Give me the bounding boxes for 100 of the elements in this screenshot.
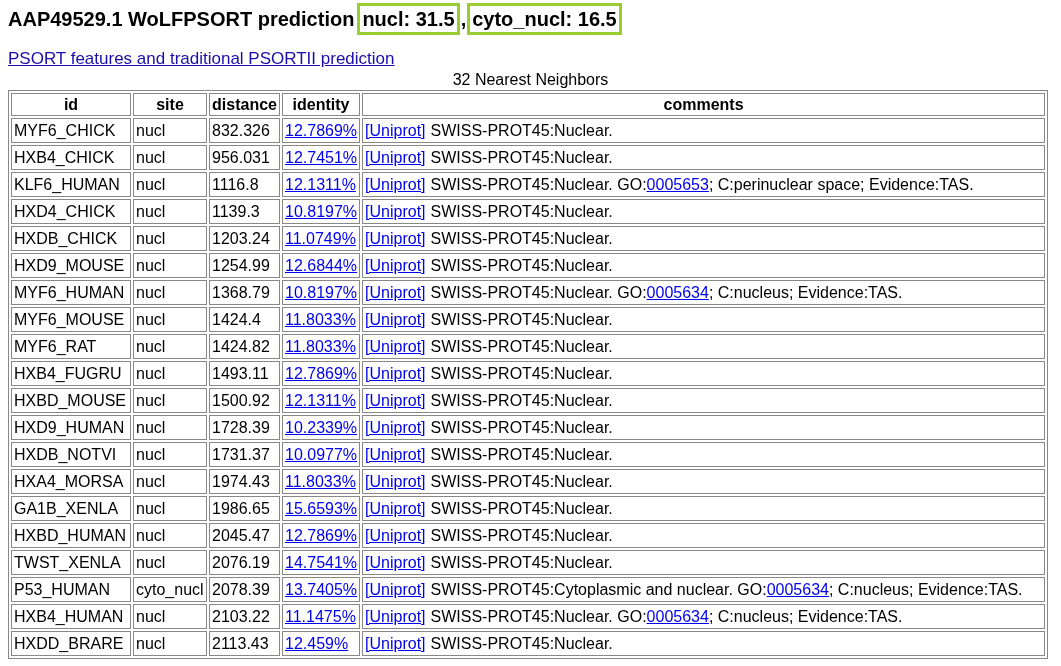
table-cell: 2078.39 bbox=[209, 577, 280, 602]
table-cell: nucl bbox=[133, 145, 207, 170]
table-cell: P53_HUMAN bbox=[11, 577, 131, 602]
uniprot-link[interactable]: [Uniprot] bbox=[365, 608, 426, 625]
table-cell: nucl bbox=[133, 307, 207, 332]
uniprot-link[interactable]: [Uniprot] bbox=[365, 554, 426, 571]
uniprot-link[interactable]: [Uniprot] bbox=[365, 500, 426, 517]
table-cell: nucl bbox=[133, 226, 207, 251]
table-cell: nucl bbox=[133, 361, 207, 386]
comment-text: SWISS-PROT45:Nuclear. GO:0005634; C:nucleus; Evidence:TAS. bbox=[430, 284, 903, 301]
table-cell: HXDB_CHICK bbox=[11, 226, 131, 251]
table-cell: 1139.3 bbox=[209, 199, 280, 224]
uniprot-link[interactable]: [Uniprot] bbox=[365, 284, 426, 301]
comment-text: SWISS-PROT45:Nuclear. bbox=[430, 311, 613, 328]
comment-text: SWISS-PROT45:Nuclear. bbox=[430, 554, 613, 571]
uniprot-link[interactable]: [Uniprot] bbox=[365, 392, 426, 409]
table-cell: HXD4_CHICK bbox=[11, 199, 131, 224]
uniprot-link[interactable]: [Uniprot] bbox=[365, 257, 426, 274]
comment-text: SWISS-PROT45:Nuclear. bbox=[430, 527, 613, 544]
table-cell: HXA4_MORSA bbox=[11, 469, 131, 494]
uniprot-link[interactable]: [Uniprot] bbox=[365, 230, 426, 247]
column-header: identity bbox=[282, 93, 361, 116]
comment-text: SWISS-PROT45:Nuclear. bbox=[430, 149, 613, 166]
table-cell: 1254.99 bbox=[209, 253, 280, 278]
comment-text: SWISS-PROT45:Nuclear. GO:0005634; C:nucleus; Evidence:TAS. bbox=[430, 608, 903, 625]
psort-link[interactable]: PSORT features and traditional PSORTII prediction bbox=[8, 49, 395, 68]
uniprot-link[interactable]: [Uniprot] bbox=[365, 635, 426, 652]
table-cell: nucl bbox=[133, 253, 207, 278]
comment-text: SWISS-PROT45:Nuclear. bbox=[430, 257, 613, 274]
uniprot-link[interactable]: [Uniprot] bbox=[365, 149, 426, 166]
prediction-score: nucl: 31.5 bbox=[357, 3, 460, 35]
table-cell: MYF6_RAT bbox=[11, 334, 131, 359]
prediction-score: cyto_nucl: 16.5 bbox=[467, 3, 622, 35]
table-cell: HXB4_CHICK bbox=[11, 145, 131, 170]
comment-text: SWISS-PROT45:Nuclear. bbox=[430, 230, 613, 247]
go-link[interactable]: 0005634 bbox=[766, 581, 829, 598]
table-cell: HXD9_MOUSE bbox=[11, 253, 131, 278]
table-cell: 832.326 bbox=[209, 118, 280, 143]
table-cell: 2045.47 bbox=[209, 523, 280, 548]
go-link[interactable]: 0005634 bbox=[646, 284, 709, 301]
table-cell: 2113.43 bbox=[209, 631, 280, 656]
table-cell: KLF6_HUMAN bbox=[11, 172, 131, 197]
table-cell: nucl bbox=[133, 523, 207, 548]
comment-text: SWISS-PROT45:Nuclear. bbox=[430, 338, 613, 355]
table-cell: 1974.43 bbox=[209, 469, 280, 494]
table-cell: GA1B_XENLA bbox=[11, 496, 131, 521]
table-cell: 1986.65 bbox=[209, 496, 280, 521]
uniprot-link[interactable]: [Uniprot] bbox=[365, 365, 426, 382]
table-cell: nucl bbox=[133, 334, 207, 359]
comment-text: SWISS-PROT45:Nuclear. bbox=[430, 419, 613, 436]
table-cell: TWST_XENLA bbox=[11, 550, 131, 575]
separator: , bbox=[460, 7, 467, 32]
table-cell: HXB4_FUGRU bbox=[11, 361, 131, 386]
uniprot-link[interactable]: [Uniprot] bbox=[365, 419, 426, 436]
comment-text: SWISS-PROT45:Nuclear. GO:0005653; C:perinuclear space; Evidence:TAS. bbox=[430, 176, 974, 193]
table-cell: 1203.24 bbox=[209, 226, 280, 251]
table-cell: nucl bbox=[133, 469, 207, 494]
uniprot-link[interactable]: [Uniprot] bbox=[365, 176, 426, 193]
column-header: site bbox=[133, 93, 207, 116]
table-cell: nucl bbox=[133, 631, 207, 656]
column-header: comments bbox=[362, 93, 1045, 116]
comment-text: SWISS-PROT45:Nuclear. bbox=[430, 473, 613, 490]
table-cell: HXDD_BRARE bbox=[11, 631, 131, 656]
go-link[interactable]: 0005634 bbox=[646, 608, 709, 625]
page-title: AAP49529.1 WoLFPSORT prediction bbox=[8, 7, 355, 32]
comment-text: SWISS-PROT45:Nuclear. bbox=[430, 203, 613, 220]
table-cell: 1368.79 bbox=[209, 280, 280, 305]
uniprot-link[interactable]: [Uniprot] bbox=[365, 446, 426, 463]
table-cell: MYF6_MOUSE bbox=[11, 307, 131, 332]
comment-text: SWISS-PROT45:Nuclear. bbox=[430, 635, 613, 652]
table-cell: 1424.4 bbox=[209, 307, 280, 332]
table-caption: 32 Nearest Neighbors bbox=[451, 70, 610, 90]
table-cell: 956.031 bbox=[209, 145, 280, 170]
go-link[interactable]: 0005653 bbox=[646, 176, 709, 193]
table-cell: 2076.19 bbox=[209, 550, 280, 575]
table-cell: 1493.11 bbox=[209, 361, 280, 386]
table-cell: nucl bbox=[133, 172, 207, 197]
table-cell: nucl bbox=[133, 388, 207, 413]
uniprot-link[interactable]: [Uniprot] bbox=[365, 203, 426, 220]
comment-text: SWISS-PROT45:Nuclear. bbox=[430, 122, 613, 139]
table-cell: nucl bbox=[133, 550, 207, 575]
table-cell: HXD9_HUMAN bbox=[11, 415, 131, 440]
table-cell: nucl bbox=[133, 118, 207, 143]
uniprot-link[interactable]: [Uniprot] bbox=[365, 473, 426, 490]
uniprot-link[interactable]: [Uniprot] bbox=[365, 527, 426, 544]
table-cell: HXBD_MOUSE bbox=[11, 388, 131, 413]
uniprot-link[interactable]: [Uniprot] bbox=[365, 122, 426, 139]
table-cell: 1731.37 bbox=[209, 442, 280, 467]
uniprot-link[interactable]: [Uniprot] bbox=[365, 581, 426, 598]
column-header: id bbox=[11, 93, 131, 116]
table-cell: 2103.22 bbox=[209, 604, 280, 629]
table-cell: nucl bbox=[133, 496, 207, 521]
table-cell: MYF6_HUMAN bbox=[11, 280, 131, 305]
uniprot-link[interactable]: [Uniprot] bbox=[365, 311, 426, 328]
comment-text: SWISS-PROT45:Nuclear. bbox=[430, 392, 613, 409]
table-cell: nucl bbox=[133, 280, 207, 305]
comment-text: SWISS-PROT45:Cytoplasmic and nuclear. GO:0005634; C:nucleus; Evidence:TAS. bbox=[430, 581, 1023, 598]
table-cell: nucl bbox=[133, 442, 207, 467]
uniprot-link[interactable]: [Uniprot] bbox=[365, 338, 426, 355]
table-cell: cyto_nucl bbox=[133, 577, 207, 602]
